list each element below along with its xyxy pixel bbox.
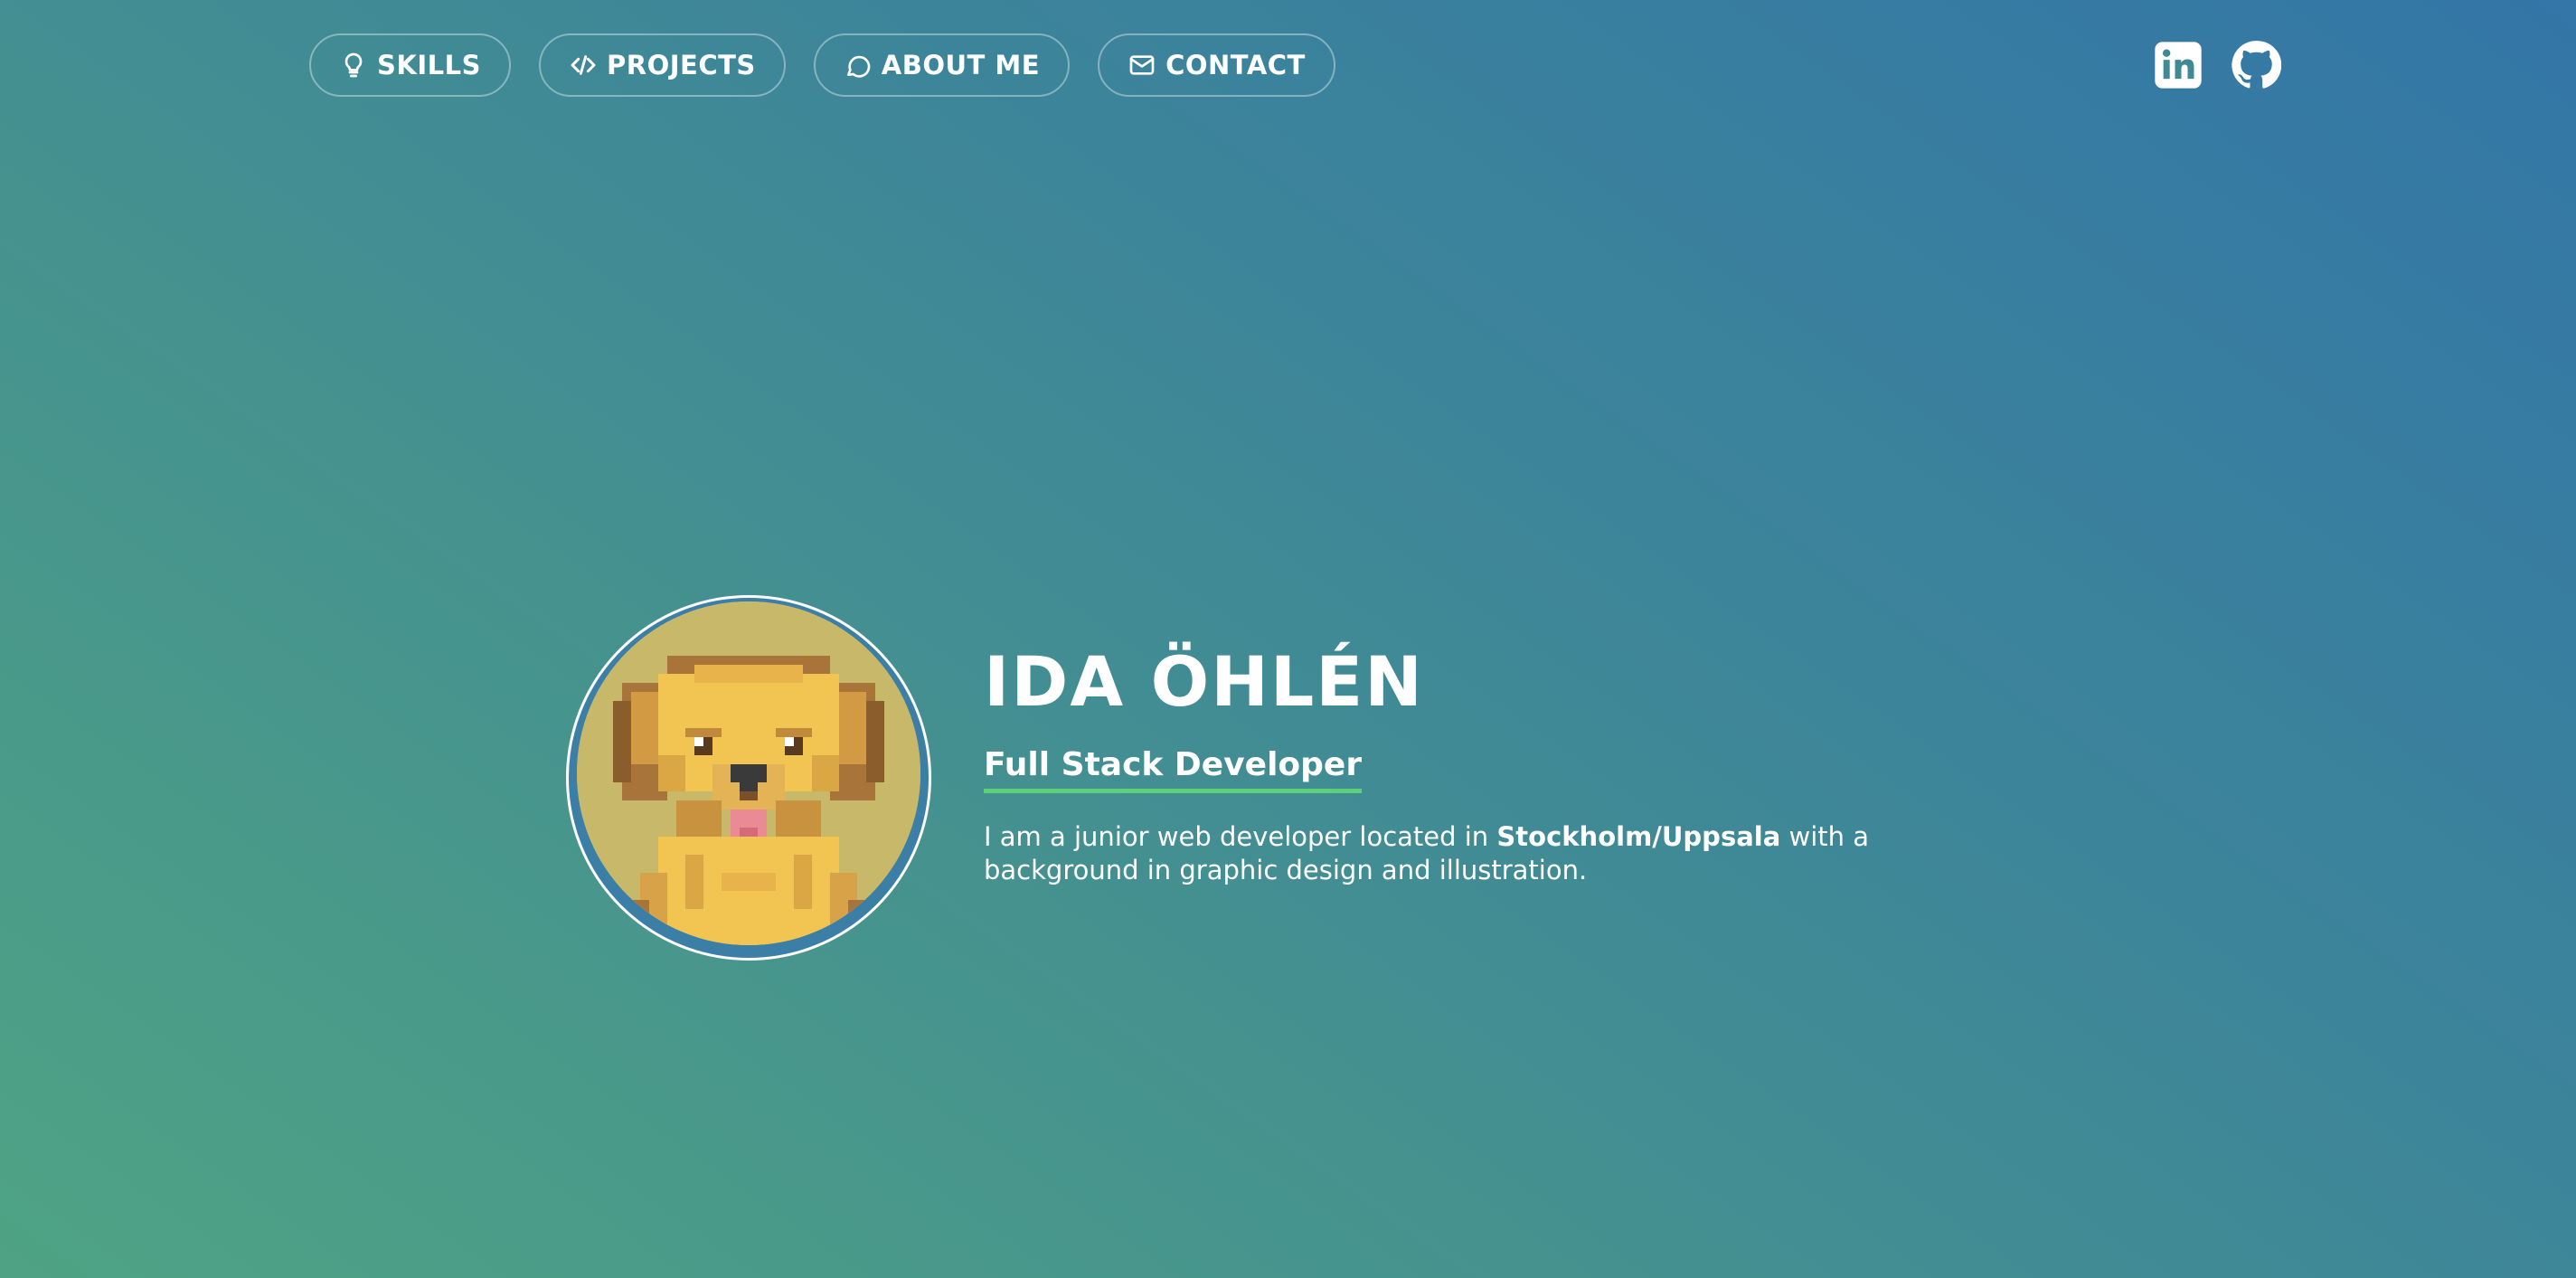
nav-about-button[interactable]: ABOUT ME (813, 33, 1071, 97)
github-icon[interactable] (2231, 40, 2281, 90)
bio-location: Stockholm/Uppsala (1496, 820, 1781, 852)
role-subtitle: Full Stack Developer (984, 747, 1363, 793)
nav-contact-label: CONTACT (1165, 50, 1306, 80)
bio-text-part1: I am a junior web developer located in (984, 820, 1497, 852)
main-nav: SKILLS PROJECTS ABOUT ME CONTACT (309, 33, 1335, 97)
chat-bubble-icon (846, 55, 871, 78)
nav-skills-label: SKILLS (377, 50, 481, 80)
envelope-icon (1129, 55, 1155, 75)
avatar-ring (566, 595, 931, 961)
linkedin-icon[interactable] (2153, 40, 2203, 90)
intro-block: IDA ÖHLÉN Full Stack Developer I am a ju… (984, 648, 1888, 887)
page-title: IDA ÖHLÉN (984, 641, 1424, 722)
code-icon (571, 55, 596, 75)
nav-contact-button[interactable]: CONTACT (1098, 33, 1335, 97)
avatar (577, 601, 920, 945)
nav-about-label: ABOUT ME (881, 50, 1041, 80)
lightbulb-icon (344, 52, 363, 78)
bio-text: I am a junior web developer located in S… (984, 820, 1888, 887)
hero-section (566, 595, 931, 961)
social-links (2153, 40, 2281, 90)
nav-skills-button[interactable]: SKILLS (309, 33, 511, 97)
nav-projects-button[interactable]: PROJECTS (539, 33, 786, 97)
nav-projects-label: PROJECTS (607, 50, 756, 80)
pixel-dog-avatar (577, 601, 920, 945)
